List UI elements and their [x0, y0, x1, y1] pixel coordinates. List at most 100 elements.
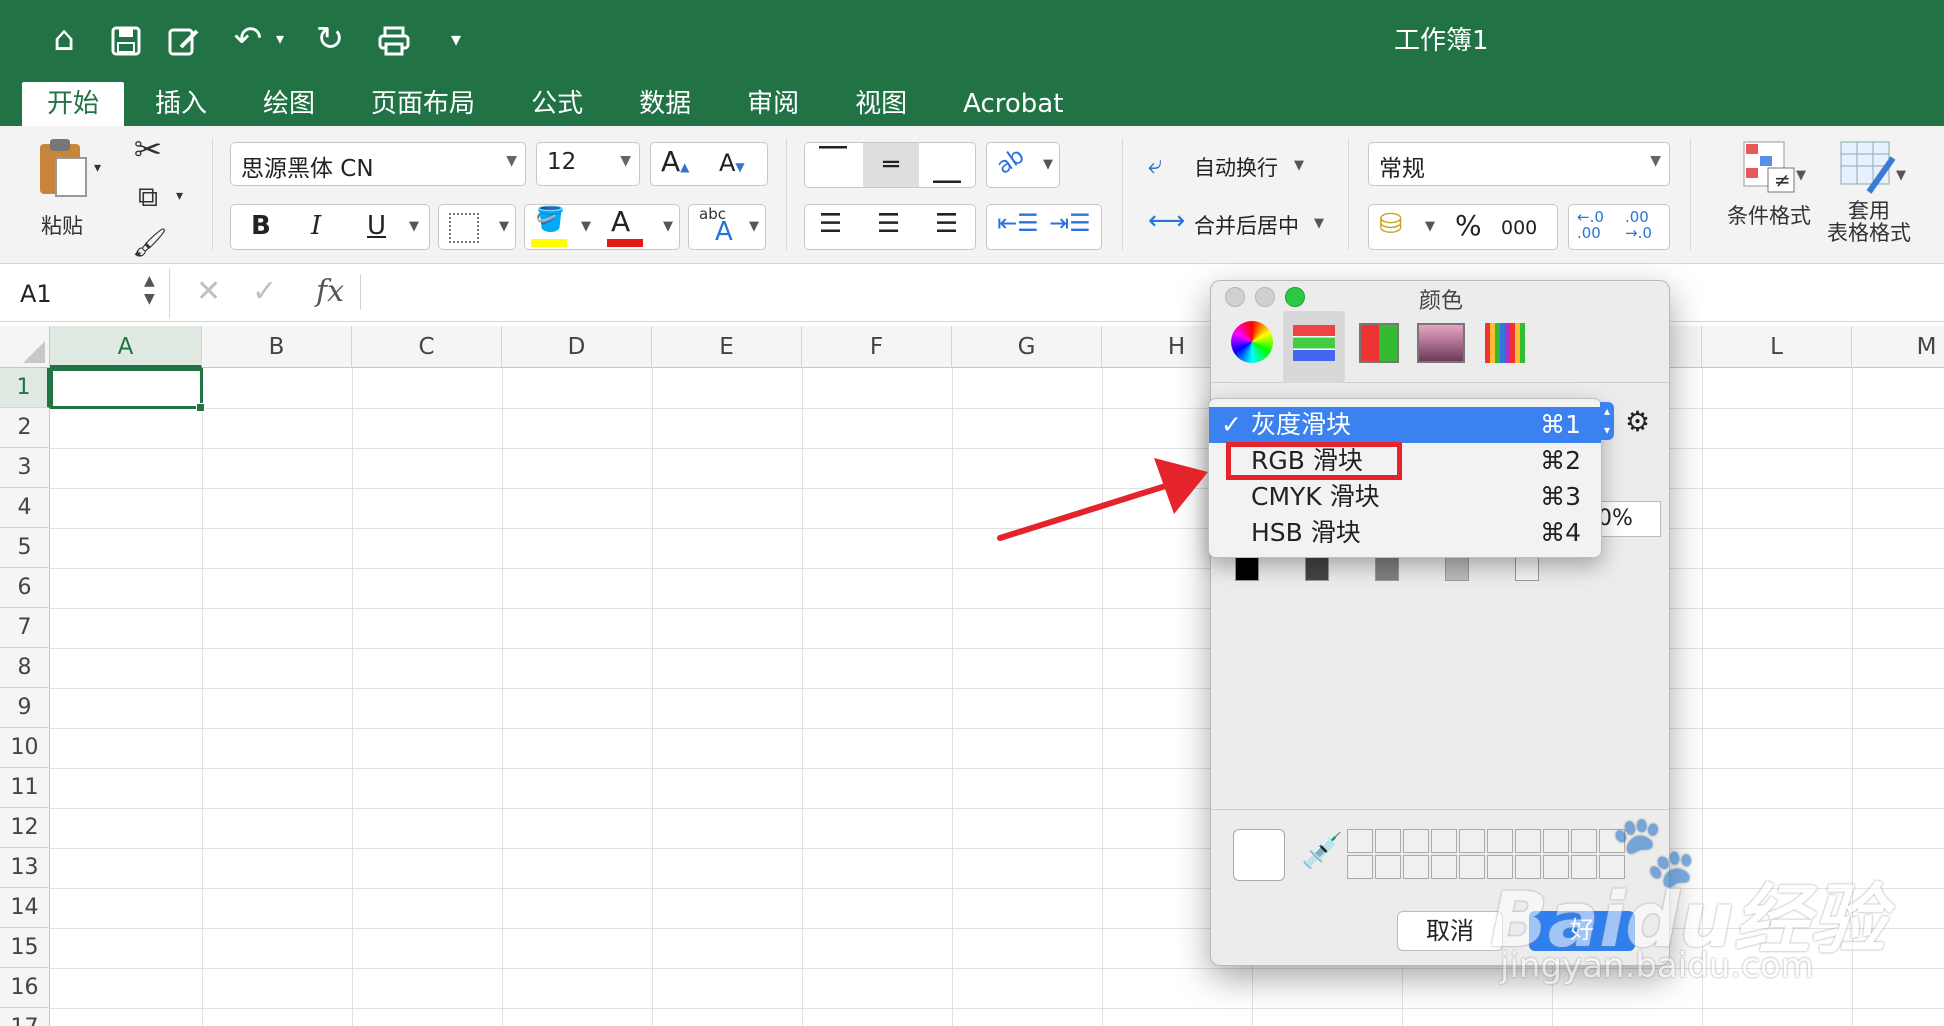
gray-swatch-white[interactable] — [1515, 557, 1539, 581]
color-sliders-tab[interactable] — [1283, 311, 1345, 383]
row-header-6[interactable]: 6 — [0, 568, 50, 608]
column-header-f[interactable]: F — [802, 326, 952, 368]
orientation-button[interactable]: ab ▼ — [986, 142, 1060, 188]
align-bottom-icon[interactable]: ⎽ — [933, 151, 961, 185]
gray-swatch-black[interactable] — [1235, 557, 1259, 581]
row-header-9[interactable]: 9 — [0, 688, 50, 728]
tab-view[interactable]: 视图 — [830, 82, 932, 126]
row-header-17[interactable]: 17 — [0, 1008, 50, 1026]
column-header-m[interactable]: M — [1852, 326, 1944, 368]
decrease-indent-icon[interactable]: ⇤☰ — [997, 209, 1039, 237]
percent-button[interactable]: % — [1455, 209, 1482, 242]
tab-home[interactable]: 开始 — [22, 82, 125, 126]
currency-icon[interactable]: ⛁ — [1379, 207, 1402, 240]
saved-swatch-slot[interactable] — [1459, 829, 1485, 853]
italic-button[interactable]: I — [311, 211, 321, 241]
active-cell-a1[interactable] — [50, 368, 203, 409]
align-top-icon[interactable]: ⎺ — [819, 143, 847, 177]
saved-swatch-slot[interactable] — [1375, 855, 1401, 879]
increase-indent-icon[interactable]: ⇥☰ — [1049, 209, 1091, 237]
tab-review[interactable]: 审阅 — [722, 82, 824, 126]
row-header-2[interactable]: 2 — [0, 408, 50, 448]
saved-swatch-slot[interactable] — [1347, 829, 1373, 853]
color-wheel-tab[interactable] — [1231, 321, 1273, 363]
crayons-tab[interactable] — [1485, 323, 1525, 363]
tab-data[interactable]: 数据 — [614, 82, 716, 126]
select-all-corner[interactable] — [0, 326, 50, 368]
color-palettes-tab[interactable] — [1359, 323, 1399, 363]
conditional-format-button[interactable]: ≠ 条件格式 — [1714, 140, 1824, 250]
print-icon[interactable] — [374, 14, 414, 64]
chevron-down-icon[interactable]: ▼ — [1896, 168, 1906, 183]
text-effects-button[interactable]: abc A ▼ — [688, 204, 766, 250]
stepper-icon[interactable]: ▲ ▼ — [144, 272, 155, 308]
column-header-a[interactable]: A — [50, 326, 202, 368]
chevron-down-icon[interactable]: ▼ — [1796, 168, 1806, 183]
font-size-select[interactable]: 12 ▼ — [536, 142, 640, 186]
edit-doc-icon[interactable] — [164, 14, 204, 64]
thousands-button[interactable]: 000 — [1501, 217, 1537, 239]
cancel-entry-icon[interactable]: ✕ — [196, 274, 221, 309]
tab-formulas[interactable]: 公式 — [506, 82, 608, 126]
settings-gear-icon[interactable]: ⚙ — [1625, 405, 1650, 438]
grow-font-button[interactable]: A▲ — [661, 145, 689, 178]
row-header-1[interactable]: 1 — [0, 368, 50, 408]
insert-function-icon[interactable]: fx — [316, 274, 344, 309]
row-header-4[interactable]: 4 — [0, 488, 50, 528]
save-icon[interactable] — [106, 14, 146, 64]
row-header-10[interactable]: 10 — [0, 728, 50, 768]
row-header-5[interactable]: 5 — [0, 528, 50, 568]
row-header-13[interactable]: 13 — [0, 848, 50, 888]
decrease-decimal-icon[interactable]: .00 →.0 — [1625, 209, 1652, 241]
chevron-down-icon[interactable]: ▼ — [1425, 219, 1435, 234]
border-button[interactable]: ▼ — [438, 204, 516, 250]
menu-item-grayscale-slider[interactable]: ✓ 灰度滑块 ⌘1 — [1209, 407, 1601, 443]
row-header-11[interactable]: 11 — [0, 768, 50, 808]
home-icon[interactable]: ⌂ — [44, 14, 84, 64]
confirm-entry-icon[interactable]: ✓ — [252, 274, 277, 309]
increase-decimal-icon[interactable]: ←.0.00 — [1577, 209, 1604, 241]
column-header-e[interactable]: E — [652, 326, 802, 368]
menu-item-hsb-slider[interactable]: HSB 滑块 ⌘4 — [1209, 515, 1601, 551]
align-center-icon[interactable]: ☰ — [877, 209, 900, 239]
saved-swatch-slot[interactable] — [1431, 829, 1457, 853]
bold-button[interactable]: B — [251, 211, 271, 241]
paste-button[interactable]: 粘贴 — [22, 136, 102, 246]
eyedropper-icon[interactable]: 💉 — [1301, 831, 1343, 871]
format-as-table-button[interactable]: 套用 表格格式 — [1824, 140, 1914, 260]
image-palettes-tab[interactable] — [1417, 323, 1465, 363]
align-middle-icon[interactable]: ═ — [863, 143, 919, 187]
column-header-g[interactable]: G — [952, 326, 1102, 368]
tab-draw[interactable]: 绘图 — [238, 82, 340, 126]
shrink-font-button[interactable]: A▼ — [719, 149, 745, 177]
row-header-7[interactable]: 7 — [0, 608, 50, 648]
column-header-c[interactable]: C — [352, 326, 502, 368]
saved-swatch-slot[interactable] — [1347, 855, 1373, 879]
copy-dropdown-icon[interactable]: ▾ — [176, 188, 183, 204]
fill-handle[interactable] — [196, 403, 205, 412]
row-header-16[interactable]: 16 — [0, 968, 50, 1008]
copy-icon[interactable]: ⧉ — [132, 180, 164, 214]
paste-dropdown-icon[interactable]: ▾ — [94, 160, 101, 176]
saved-swatch-slot[interactable] — [1403, 855, 1429, 879]
align-left-icon[interactable]: ☰ — [819, 209, 842, 239]
row-header-3[interactable]: 3 — [0, 448, 50, 488]
gray-swatch-mid[interactable] — [1375, 557, 1399, 581]
formula-input[interactable] — [374, 274, 1914, 310]
undo-dropdown-icon[interactable]: ▾ — [270, 14, 290, 64]
saved-swatch-slot[interactable] — [1459, 855, 1485, 879]
number-format-select[interactable]: 常规 ▼ — [1368, 142, 1670, 186]
column-header-l[interactable]: L — [1702, 326, 1852, 368]
column-header-b[interactable]: B — [202, 326, 352, 368]
underline-button[interactable]: U — [367, 211, 386, 241]
saved-swatch-slot[interactable] — [1403, 829, 1429, 853]
tab-acrobat[interactable]: Acrobat — [938, 82, 1088, 126]
menu-item-cmyk-slider[interactable]: CMYK 滑块 ⌘3 — [1209, 479, 1601, 515]
redo-icon[interactable]: ↻ — [310, 14, 350, 64]
row-header-8[interactable]: 8 — [0, 648, 50, 688]
format-painter-icon[interactable]: 🖌 — [132, 226, 168, 259]
customize-toolbar-icon[interactable]: ▾ — [444, 14, 468, 64]
font-color-glyph[interactable]: A — [611, 205, 630, 238]
cut-icon[interactable]: ✂ — [130, 130, 166, 170]
name-box[interactable]: A1 ▲ ▼ — [0, 268, 170, 318]
